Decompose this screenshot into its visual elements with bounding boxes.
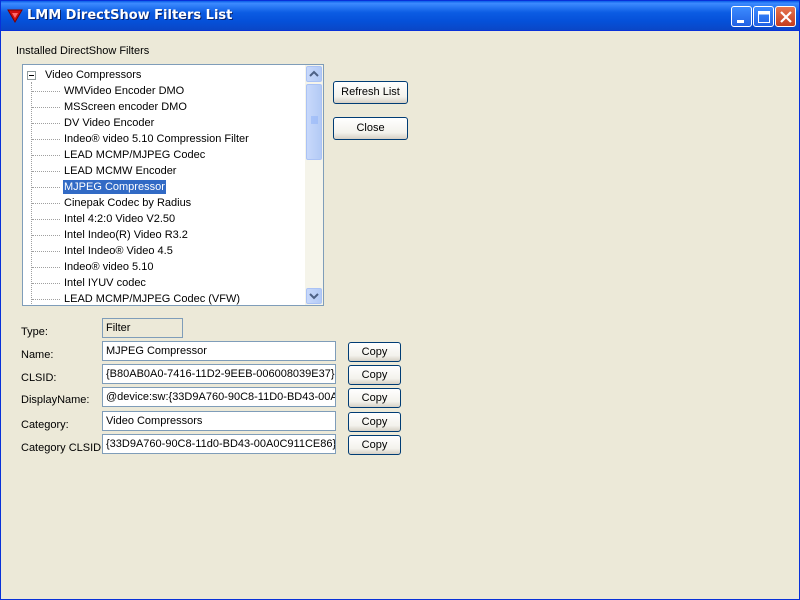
filters-tree[interactable]: Video Compressors WMVideo Encoder DMO MSS… — [22, 64, 324, 306]
type-field: Filter — [102, 318, 183, 338]
tree-item-label: MJPEG Compressor — [62, 179, 167, 195]
name-label: Name: — [21, 349, 54, 361]
tree-connector-line — [32, 283, 60, 284]
close-button[interactable]: Close — [333, 117, 408, 140]
tree-content: Video Compressors WMVideo Encoder DMO MSS… — [23, 65, 305, 305]
scroll-down-button[interactable] — [306, 288, 322, 304]
tree-item-label: LEAD MCMW Encoder — [64, 165, 177, 177]
minimize-icon — [737, 20, 744, 23]
close-icon — [780, 11, 792, 23]
tree-item[interactable]: Intel IYUV codec — [23, 275, 305, 291]
minimize-button[interactable] — [731, 6, 752, 27]
tree-item-label: Cinepak Codec by Radius — [64, 197, 192, 209]
main-window: LMM DirectShow Filters List Installed Di… — [0, 0, 800, 600]
tree-vertical-scrollbar[interactable] — [305, 65, 323, 305]
displayname-label: DisplayName: — [21, 394, 90, 406]
scroll-up-button[interactable] — [306, 66, 322, 82]
tree-item[interactable]: Intel Indeo(R) Video R3.2 — [23, 227, 305, 243]
tree-connector-line — [32, 187, 60, 188]
tree-item[interactable]: Intel 4:2:0 Video V2.50 — [23, 211, 305, 227]
maximize-button[interactable] — [753, 6, 774, 27]
tree-item[interactable]: LEAD MCMW Encoder — [23, 163, 305, 179]
copy-name-button[interactable]: Copy — [348, 342, 401, 362]
tree-item[interactable]: WMVideo Encoder DMO — [23, 83, 305, 99]
tree-connector-line — [32, 235, 60, 236]
tree-item[interactable]: DV Video Encoder — [23, 115, 305, 131]
copy-category-button[interactable]: Copy — [348, 412, 401, 432]
tree-item-label: Indeo® video 5.10 Compression Filter — [64, 133, 249, 145]
tree-item-label: LEAD MCMP/MJPEG Codec — [64, 149, 206, 161]
name-field[interactable]: MJPEG Compressor — [102, 341, 336, 361]
tree-connector-line — [32, 155, 60, 156]
chevron-down-icon — [309, 293, 319, 300]
tree-connector-line — [32, 267, 60, 268]
copy-category-clsid-button[interactable]: Copy — [348, 435, 401, 455]
tree-root-label: Video Compressors — [45, 69, 142, 81]
clsid-label: CLSID: — [21, 372, 57, 384]
installed-filters-label: Installed DirectShow Filters — [16, 45, 150, 57]
chevron-up-icon — [309, 70, 319, 77]
tree-item-label: Intel IYUV codec — [64, 277, 146, 289]
copy-clsid-button[interactable]: Copy — [348, 365, 401, 385]
tree-item[interactable]: Cinepak Codec by Radius — [23, 195, 305, 211]
tree-item[interactable]: LEAD MCMP/MJPEG Codec (VFW) — [23, 291, 305, 305]
maximize-icon — [758, 11, 770, 23]
tree-item-label: MSScreen encoder DMO — [64, 101, 187, 113]
tree-item-label: LEAD MCMP/MJPEG Codec (VFW) — [64, 293, 241, 305]
tree-connector-line — [32, 91, 60, 92]
collapse-icon[interactable] — [27, 71, 36, 80]
clsid-field[interactable]: {B80AB0A0-7416-11D2-9EEB-006008039E37} — [102, 364, 336, 384]
category-clsid-field[interactable]: {33D9A760-90C8-11d0-BD43-00A0C911CE86} — [102, 434, 336, 454]
tree-item[interactable]: Intel Indeo® Video 4.5 — [23, 243, 305, 259]
tree-item-label: Intel Indeo(R) Video R3.2 — [64, 229, 188, 241]
displayname-field[interactable]: @device:sw:{33D9A760-90C8-11D0-BD43-00A — [102, 387, 336, 407]
category-clsid-label: Category CLSID: — [21, 442, 105, 454]
tree-item[interactable]: Indeo® video 5.10 — [23, 259, 305, 275]
tree-item[interactable]: MSScreen encoder DMO — [23, 99, 305, 115]
tree-connector-line — [32, 123, 60, 124]
tree-item-label: WMVideo Encoder DMO — [64, 85, 185, 97]
window-title: LMM DirectShow Filters List — [27, 8, 233, 23]
tree-connector-line — [32, 139, 60, 140]
tree-item-list: WMVideo Encoder DMO MSScreen encoder DMO D… — [23, 83, 305, 305]
tree-connector-line — [32, 251, 60, 252]
tree-item-label: Intel 4:2:0 Video V2.50 — [64, 213, 176, 225]
tree-connector-line — [32, 219, 60, 220]
title-bar[interactable]: LMM DirectShow Filters List — [1, 1, 799, 31]
tree-connector-line — [32, 299, 60, 300]
tree-item-label: Indeo® video 5.10 — [64, 261, 154, 273]
tree-connector-line — [32, 203, 60, 204]
copy-displayname-button[interactable]: Copy — [348, 388, 401, 408]
tree-item[interactable]: MJPEG Compressor — [23, 179, 305, 195]
app-logo-icon — [7, 8, 23, 24]
tree-item[interactable]: LEAD MCMP/MJPEG Codec — [23, 147, 305, 163]
grip-icon — [311, 116, 318, 124]
tree-item[interactable]: Indeo® video 5.10 Compression Filter — [23, 131, 305, 147]
category-label: Category: — [21, 419, 69, 431]
tree-connector-line — [32, 171, 60, 172]
tree-item-label: Intel Indeo® Video 4.5 — [64, 245, 173, 257]
type-label: Type: — [21, 326, 48, 338]
scroll-thumb[interactable] — [306, 84, 322, 160]
close-window-button[interactable] — [775, 6, 796, 27]
tree-connector-line — [32, 107, 60, 108]
refresh-list-button[interactable]: Refresh List — [333, 81, 408, 104]
tree-item-label: DV Video Encoder — [64, 117, 155, 129]
category-field[interactable]: Video Compressors — [102, 411, 336, 431]
